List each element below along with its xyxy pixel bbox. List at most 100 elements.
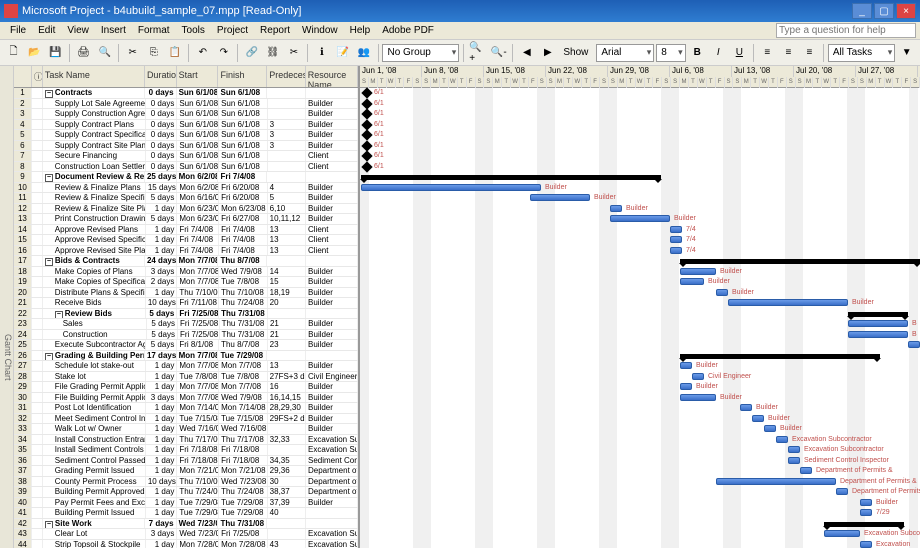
gantt-bar[interactable] <box>680 394 716 401</box>
gantt-bar[interactable] <box>824 530 860 537</box>
task-row[interactable]: 42−Site Work7 daysWed 7/23/08Thu 7/31/08 <box>14 519 358 530</box>
underline-icon[interactable]: U <box>730 43 749 63</box>
task-row[interactable]: 41Building Permit Issued1 dayTue 7/29/08… <box>14 508 358 519</box>
task-row[interactable]: 14Approve Revised Plans1 dayFri 7/4/08Fr… <box>14 225 358 236</box>
col-duration[interactable]: Duration <box>145 66 177 87</box>
task-row[interactable]: 26−Grading & Building Permits17 daysMon … <box>14 351 358 362</box>
task-row[interactable]: 43Clear Lot3 daysWed 7/23/08Fri 7/25/08E… <box>14 529 358 540</box>
gantt-bar[interactable] <box>680 383 692 390</box>
task-row[interactable]: 37Grading Permit Issued1 dayMon 7/21/08M… <box>14 466 358 477</box>
gantt-bar[interactable] <box>680 259 920 264</box>
task-row[interactable]: 30File Building Permit Application3 days… <box>14 393 358 404</box>
task-row[interactable]: 22−Review Bids5 daysFri 7/25/08Thu 7/31/… <box>14 309 358 320</box>
align-right-icon[interactable]: ≡ <box>800 43 819 63</box>
task-row[interactable]: 39Building Permit Approved1 dayThu 7/24/… <box>14 487 358 498</box>
gantt-bar[interactable] <box>680 362 692 369</box>
gantt-bar[interactable] <box>800 467 812 474</box>
menu-file[interactable]: File <box>4 25 32 36</box>
menu-window[interactable]: Window <box>296 25 344 36</box>
task-row[interactable]: 19Make Copies of Specifications2 daysMon… <box>14 277 358 288</box>
gantt-bar[interactable] <box>848 331 908 338</box>
task-row[interactable]: 31Post Lot Identification1 dayMon 7/14/0… <box>14 403 358 414</box>
task-row[interactable]: 16Approve Revised Site Plan1 dayFri 7/4/… <box>14 246 358 257</box>
gantt-body[interactable]: 6/16/16/16/16/16/16/16/1BuilderBuilderBu… <box>360 88 920 548</box>
menu-view[interactable]: View <box>61 25 95 36</box>
task-row[interactable]: 29File Grading Permit Application1 dayMo… <box>14 382 358 393</box>
task-row[interactable]: 3Supply Construction Agreement0 daysSun … <box>14 109 358 120</box>
task-row[interactable]: 44Strip Topsoil & Stockpile1 dayMon 7/28… <box>14 540 358 548</box>
gantt-bar[interactable] <box>670 247 682 254</box>
task-row[interactable]: 28Stake lot1 dayTue 7/8/08Tue 7/8/0827FS… <box>14 372 358 383</box>
zoom-out-icon[interactable]: 🔍- <box>489 43 508 63</box>
redo-icon[interactable]: ↷ <box>214 43 233 63</box>
menu-edit[interactable]: Edit <box>32 25 61 36</box>
menu-help[interactable]: Help <box>344 25 377 36</box>
gantt-bar[interactable] <box>610 205 622 212</box>
gantt-bar[interactable] <box>728 299 848 306</box>
save-icon[interactable]: 💾 <box>46 43 65 63</box>
task-row[interactable]: 5Supply Contract Specifications0 daysSun… <box>14 130 358 141</box>
gantt-bar[interactable] <box>361 184 541 191</box>
task-row[interactable]: 24Construction5 daysFri 7/25/08Thu 7/31/… <box>14 330 358 341</box>
gantt-bar[interactable] <box>740 404 752 411</box>
copy-icon[interactable]: ⎘ <box>144 43 163 63</box>
task-row[interactable]: 36Sediment Control Passed1 dayFri 7/18/0… <box>14 456 358 467</box>
gantt-bar[interactable] <box>788 457 800 464</box>
view-bar[interactable]: Gantt Chart <box>0 66 14 548</box>
menu-report[interactable]: Report <box>254 25 296 36</box>
gantt-bar[interactable] <box>670 236 682 243</box>
open-icon[interactable]: 📂 <box>25 43 44 63</box>
fontsize-combo[interactable]: 8 <box>656 44 685 62</box>
indent-icon[interactable]: ▶ <box>538 43 557 63</box>
gantt-bar[interactable] <box>764 425 776 432</box>
task-row[interactable]: 27Schedule lot stake-out1 dayMon 7/7/08M… <box>14 361 358 372</box>
col-pred[interactable]: Predecessors <box>267 66 305 87</box>
task-row[interactable]: 2Supply Lot Sale Agreement0 daysSun 6/1/… <box>14 99 358 110</box>
gantt-bar[interactable] <box>860 541 872 548</box>
task-row[interactable]: 32Meet Sediment Control Inspector1 dayTu… <box>14 414 358 425</box>
task-row[interactable]: 20Distribute Plans & Specifications1 day… <box>14 288 358 299</box>
split-icon[interactable]: ✂ <box>284 43 303 63</box>
autofilter-icon[interactable]: ▼ <box>897 43 916 63</box>
gantt-bar[interactable] <box>670 226 682 233</box>
assign-icon[interactable]: 👥 <box>354 43 373 63</box>
gantt-bar[interactable] <box>716 478 836 485</box>
col-id[interactable] <box>14 66 32 87</box>
gantt-bar[interactable] <box>610 215 670 222</box>
task-row[interactable]: 13Print Construction Drawings5 daysMon 6… <box>14 214 358 225</box>
gantt-bar[interactable] <box>680 354 880 359</box>
menu-adobepdf[interactable]: Adobe PDF <box>376 25 440 36</box>
col-start[interactable]: Start <box>177 66 219 87</box>
task-row[interactable]: 23Sales5 daysFri 7/25/08Thu 7/31/0821Bui… <box>14 319 358 330</box>
align-center-icon[interactable]: ≡ <box>779 43 798 63</box>
task-row[interactable]: 11Review & Finalize Specifications5 days… <box>14 193 358 204</box>
gantt-bar[interactable] <box>361 175 661 180</box>
undo-icon[interactable]: ↶ <box>193 43 212 63</box>
task-row[interactable]: 25Execute Subcontractor Agreements5 days… <box>14 340 358 351</box>
gantt-bar[interactable] <box>848 312 908 317</box>
task-row[interactable]: 40Pay Permit Fees and Excise Taxes1 dayT… <box>14 498 358 509</box>
gantt-bar[interactable] <box>776 436 788 443</box>
bold-icon[interactable]: B <box>688 43 707 63</box>
show-label[interactable]: Show <box>563 47 588 58</box>
task-row[interactable]: 15Approve Revised Specifications1 dayFri… <box>14 235 358 246</box>
task-row[interactable]: 9−Document Review & Revision25 daysMon 6… <box>14 172 358 183</box>
group-combo[interactable]: No Group <box>382 44 459 62</box>
cut-icon[interactable]: ✂ <box>123 43 142 63</box>
maximize-button[interactable]: ▢ <box>874 3 894 19</box>
task-row[interactable]: 38County Permit Process10 daysThu 7/10/0… <box>14 477 358 488</box>
task-row[interactable]: 8Construction Loan Settlement0 daysSun 6… <box>14 162 358 173</box>
notes-icon[interactable]: 📝 <box>333 43 352 63</box>
italic-icon[interactable]: I <box>709 43 728 63</box>
task-row[interactable]: 1−Contracts0 daysSun 6/1/08Sun 6/1/08 <box>14 88 358 99</box>
gantt-bar[interactable] <box>824 522 904 527</box>
gantt-bar[interactable] <box>680 268 716 275</box>
task-row[interactable]: 7Secure Financing0 daysSun 6/1/08Sun 6/1… <box>14 151 358 162</box>
zoom-in-icon[interactable]: 🔍+ <box>468 43 487 63</box>
link-icon[interactable]: 🔗 <box>242 43 261 63</box>
col-finish[interactable]: Finish <box>218 66 267 87</box>
font-combo[interactable]: Arial <box>596 44 654 62</box>
gantt-bar[interactable] <box>908 341 920 348</box>
task-row[interactable]: 4Supply Contract Plans0 daysSun 6/1/08Su… <box>14 120 358 131</box>
align-left-icon[interactable]: ≡ <box>758 43 777 63</box>
